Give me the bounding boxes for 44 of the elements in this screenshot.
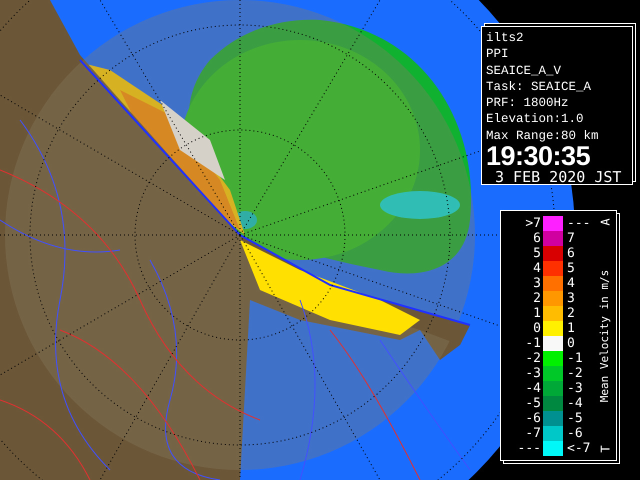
legend-label: -1 [566, 351, 584, 366]
legend-label: 0 [532, 321, 542, 336]
legend-label: 2 [566, 306, 576, 321]
legend-label: -3 [566, 381, 584, 396]
legend-label: 0 [566, 336, 576, 351]
legend-label: -5 [524, 396, 542, 411]
legend-label: -5 [566, 411, 584, 426]
legend-label: -7 [524, 426, 542, 441]
info-line: Max Range:80 km [486, 128, 600, 144]
time-text: 19:30:35 [486, 144, 592, 168]
legend-title: Mean Velocity in m/s [600, 269, 612, 402]
legend-label: -2 [524, 351, 542, 366]
legend-label: 3 [532, 276, 542, 291]
info-line: Elevation:1.0 [486, 111, 585, 128]
legend-label: 1 [566, 321, 576, 336]
legend-label: <-7 [566, 441, 592, 456]
legend-mark: A [600, 218, 612, 226]
legend-label: -6 [524, 411, 542, 426]
legend-label: --- [516, 441, 542, 456]
legend-mark: T [600, 445, 612, 453]
legend-label: 7 [566, 231, 576, 246]
legend-label: 1 [532, 306, 542, 321]
info-line: ilts2 [486, 30, 525, 46]
legend-label: -2 [566, 366, 584, 381]
legend-label: 2 [532, 291, 542, 306]
legend-label: 6 [566, 246, 576, 261]
legend-label: -4 [524, 381, 542, 396]
legend-label: 4 [532, 261, 542, 276]
legend-label: 6 [532, 231, 542, 246]
legend-label: 5 [532, 246, 542, 261]
legend-label: 5 [566, 261, 576, 276]
info-line: PRF: 1800Hz [486, 95, 570, 112]
legend-label: >7 [524, 216, 542, 231]
legend-label: -1 [524, 336, 542, 351]
legend-label: -4 [566, 396, 584, 411]
legend-label: -3 [524, 366, 542, 381]
legend-label: 3 [566, 291, 576, 306]
info-line: SEAICE_A_V [486, 62, 562, 79]
info-line: PPI [486, 46, 510, 63]
info-line: Task: SEAICE_A [486, 78, 592, 96]
legend-label: 4 [566, 276, 576, 291]
legend-label: --- [566, 216, 592, 231]
date-text: 3 FEB 2020 JST [494, 168, 622, 186]
legend-label: -6 [566, 426, 584, 441]
